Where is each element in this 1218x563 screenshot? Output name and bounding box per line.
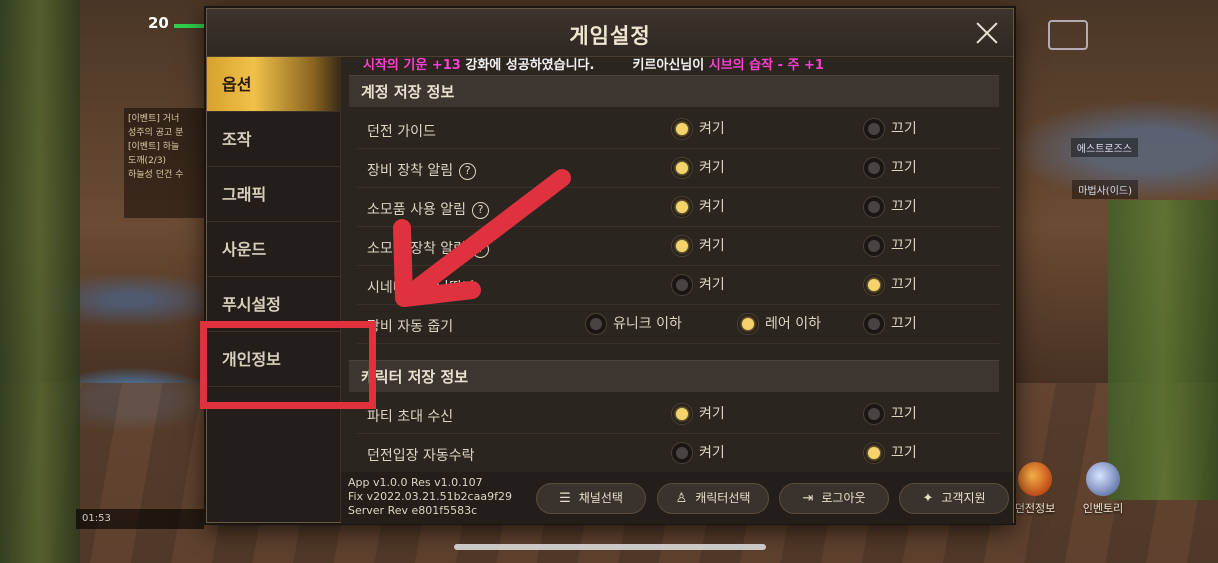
home-indicator[interactable] <box>454 544 766 550</box>
background-tree-left <box>0 0 80 563</box>
inventory-icon <box>1086 462 1120 496</box>
radio-icon <box>671 118 693 140</box>
support-icon: ✦ <box>922 491 934 506</box>
notify-text: 강화에 성공하였습니다. <box>460 58 595 73</box>
status-clock: 01:53 <box>76 509 204 529</box>
tab-controls[interactable]: 조작 <box>207 112 340 167</box>
version-info: App v1.0.0 Res v1.0.107 Fix v2022.03.21.… <box>348 476 512 518</box>
option-off[interactable]: 끄기 <box>863 235 917 257</box>
option-on[interactable]: 켜기 <box>671 403 725 425</box>
version-line: Fix v2022.03.21.51b2caa9f29 <box>348 490 512 503</box>
setting-label: 던전 가이드 <box>367 124 436 140</box>
radio-icon <box>863 157 885 179</box>
list-icon: ☰ <box>559 491 571 506</box>
quest-line: 성주의 공고 분 <box>128 128 184 138</box>
radio-icon <box>863 442 885 464</box>
character-select-button[interactable]: ♙ 캐릭터선택 <box>657 483 769 514</box>
person-icon: ♙ <box>675 491 688 506</box>
quest-line: [이벤트] 하늘 <box>128 142 180 152</box>
version-line: Server Rev e801f5583c <box>348 504 478 517</box>
option-on[interactable]: 켜기 <box>671 196 725 218</box>
logout-button[interactable]: ⇥ 로그아웃 <box>779 483 889 514</box>
quest-line: 도깨(2/3) <box>128 156 167 166</box>
annotation-arrow <box>393 169 571 307</box>
dialog-header: 게임설정 <box>207 9 1013 57</box>
quest-line: [이벤트] 거너 <box>128 114 180 124</box>
option-off[interactable]: 끄기 <box>863 157 917 179</box>
dungeon-info-button[interactable]: 던전정보 <box>1010 462 1060 516</box>
quest-line: 하늘성 던건 수 <box>128 170 184 180</box>
settings-sidebar: 옵션 조작 그래픽 사운드 푸시설정 개인정보 <box>207 57 341 522</box>
option-rare-below[interactable]: 레어 이하 <box>737 313 821 335</box>
setting-row-dungeon-auto-accept: 던전입장 자동수락 켜기 끄기 <box>357 434 999 472</box>
radio-icon <box>671 274 693 296</box>
radio-icon <box>737 313 759 335</box>
side-label: 마법사(이드) <box>1072 180 1138 199</box>
customer-support-button[interactable]: ✦ 고객지원 <box>899 483 1009 514</box>
option-unique-below[interactable]: 유니크 이하 <box>585 313 682 335</box>
system-notification: 시작의 기운 +13 강화에 성공하였습니다. 키르아신님이 시브의 습작 - 주… <box>349 57 1009 79</box>
close-button[interactable] <box>973 19 1001 47</box>
radio-icon <box>671 196 693 218</box>
game-settings-dialog: 게임설정 옵션 조작 그래픽 사운드 푸시설정 개인정보 시작의 기운 +13 … <box>206 8 1014 524</box>
option-off[interactable]: 끄기 <box>863 274 917 296</box>
dialog-title: 게임설정 <box>569 24 651 48</box>
option-on[interactable]: 켜기 <box>671 274 725 296</box>
player-level: 20 <box>148 14 169 32</box>
radio-icon <box>671 157 693 179</box>
radio-icon <box>863 196 885 218</box>
version-line: App v1.0.0 Res v1.0.107 <box>348 476 483 489</box>
quest-tracker[interactable]: [이벤트] 거너 성주의 공고 분 [이벤트] 하늘 도깨(2/3) 하늘성 던… <box>124 108 204 218</box>
setting-label: 장비 자동 줍기 <box>367 319 454 335</box>
setting-row-party-invite: 파티 초대 수신 켜기 끄기 <box>357 395 999 434</box>
dungeon-icon <box>1018 462 1052 496</box>
settings-footer: App v1.0.0 Res v1.0.107 Fix v2022.03.21.… <box>341 472 1013 524</box>
radio-icon <box>863 274 885 296</box>
mail-icon[interactable] <box>1048 20 1088 50</box>
background-tree-right <box>1108 200 1218 500</box>
setting-label: 던전입장 자동수락 <box>367 448 475 464</box>
channel-select-button[interactable]: ☰ 채널선택 <box>536 483 646 514</box>
option-off[interactable]: 끄기 <box>863 403 917 425</box>
tab-options[interactable]: 옵션 <box>207 57 340 112</box>
option-on[interactable]: 켜기 <box>671 442 725 464</box>
section-character: 캐릭터 저장 정보 <box>349 360 999 392</box>
setting-label: 파티 초대 수신 <box>367 409 454 425</box>
tab-sound[interactable]: 사운드 <box>207 222 340 277</box>
radio-icon <box>671 235 693 257</box>
notify-item: 시작의 기운 +13 <box>363 58 461 73</box>
option-on[interactable]: 켜기 <box>671 118 725 140</box>
option-off[interactable]: 끄기 <box>863 196 917 218</box>
radio-icon <box>671 442 693 464</box>
radio-icon <box>863 118 885 140</box>
notify-text: 키르아신님이 <box>632 58 709 73</box>
side-label: 에스트로즈스 <box>1070 138 1138 157</box>
option-off[interactable]: 끄기 <box>863 313 917 335</box>
radio-icon <box>863 403 885 425</box>
annotation-highlight-box <box>200 321 376 409</box>
inventory-button[interactable]: 인벤토리 <box>1070 462 1136 516</box>
option-on[interactable]: 켜기 <box>671 235 725 257</box>
radio-icon <box>585 313 607 335</box>
option-on[interactable]: 켜기 <box>671 157 725 179</box>
section-account: 계정 저장 정보 <box>349 75 999 107</box>
exit-icon: ⇥ <box>802 491 814 506</box>
radio-icon <box>863 235 885 257</box>
notify-item: 시브의 습작 - 주 +1 <box>708 58 824 73</box>
option-off[interactable]: 끄기 <box>863 442 917 464</box>
player-hud: 20 <box>80 12 214 52</box>
option-off[interactable]: 끄기 <box>863 118 917 140</box>
radio-icon <box>863 313 885 335</box>
setting-row-dungeon-guide: 던전 가이드 켜기 끄기 <box>357 110 999 149</box>
radio-icon <box>671 403 693 425</box>
tab-graphics[interactable]: 그래픽 <box>207 167 340 222</box>
